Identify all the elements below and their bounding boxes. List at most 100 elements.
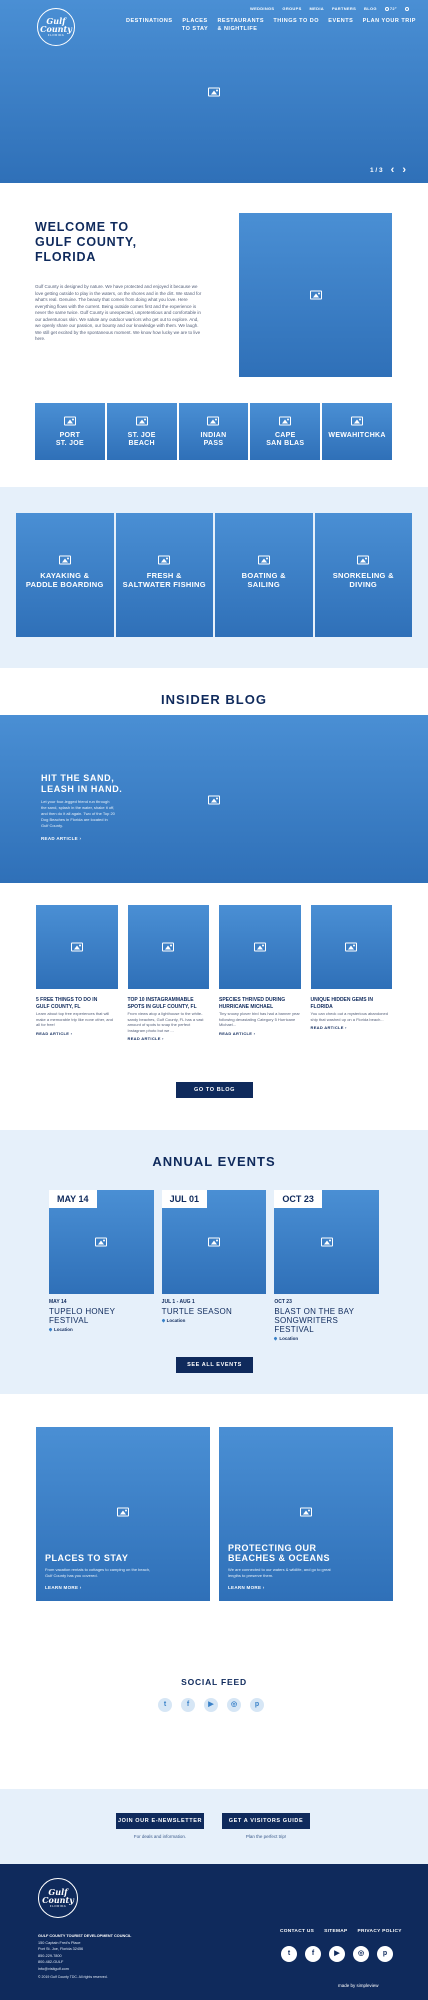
footer-link-privacy[interactable]: PRIVACY POLICY — [358, 1929, 402, 1934]
nav-destinations[interactable]: DESTINATIONS — [126, 18, 173, 32]
blog-post-link[interactable]: READ ARTICLE › — [311, 1025, 393, 1030]
promo-grid: PLACES TO STAY From vacation rentals to … — [36, 1427, 393, 1601]
promo-card[interactable]: PLACES TO STAY From vacation rentals to … — [36, 1427, 210, 1601]
activity-tile[interactable]: SNORKELING & DIVING — [314, 513, 413, 637]
twitter-icon[interactable]: t — [158, 1698, 172, 1712]
see-all-events-button[interactable]: SEE ALL EVENTS — [176, 1357, 253, 1373]
facebook-icon[interactable]: f — [181, 1698, 195, 1712]
nav-restaurants[interactable]: RESTAURANTS & NIGHTLIFE — [217, 18, 264, 32]
blog-post-link[interactable]: READ ARTICLE › — [219, 1031, 301, 1036]
newsletter-button[interactable]: JOIN OUR E-NEWSLETTER — [116, 1813, 204, 1829]
blog-post-card[interactable]: TOP 10 INSTAGRAMMABLE SPOTS IN GULF COUNT… — [127, 905, 210, 1041]
instagram-icon[interactable]: ◎ — [353, 1946, 369, 1962]
destination-label: PORT ST. JOE — [35, 432, 105, 448]
blog-post-excerpt: From views atop a lighthouse to the whit… — [127, 1011, 204, 1033]
search-icon[interactable] — [404, 6, 409, 11]
blog-feature-body: Let your four-legged friend run through … — [41, 799, 115, 828]
utility-link-blog[interactable]: BLOG — [364, 6, 377, 11]
event-name-line: BLAST ON THE BAY — [274, 1307, 355, 1316]
footer-copyright: © 2019 Gulf County TDC. All rights reser… — [38, 1975, 108, 1979]
welcome-title: WELCOME TO GULF COUNTY, FLORIDA — [35, 220, 137, 265]
chevron-left-icon[interactable]: ‹ — [391, 165, 395, 176]
destination-tile[interactable]: INDIAN PASS — [178, 403, 249, 460]
destination-tile[interactable]: PORT ST. JOE — [35, 403, 105, 460]
event-location-text: Location — [54, 1327, 73, 1332]
chevron-right-icon[interactable]: › — [402, 165, 406, 176]
blog-post-excerpt: You can check out a mysterious abandoned… — [310, 1011, 388, 1022]
made-by-credit[interactable]: made by simpleview — [338, 1983, 379, 1988]
go-to-blog-button[interactable]: GO TO BLOG — [176, 1082, 253, 1098]
event-card[interactable]: MAY 14 MAY 14 TUPELO HONEY FESTIVAL Loca… — [48, 1190, 154, 1341]
event-card[interactable]: JUL 01 JUL 1 - AUG 1 TURTLE SEASON Locat… — [161, 1190, 267, 1341]
blog-post-link[interactable]: READ ARTICLE › — [128, 1036, 210, 1041]
destination-tile[interactable]: ST. JOE BEACH — [106, 403, 177, 460]
facebook-icon[interactable]: f — [305, 1946, 321, 1962]
instagram-icon[interactable]: ◎ — [227, 1698, 241, 1712]
destination-tile[interactable]: CAPE SAN BLAS — [250, 403, 321, 460]
tile-label-line: SALTWATER FISHING — [122, 580, 206, 589]
promo-link[interactable]: LEARN MORE › — [45, 1585, 82, 1590]
utility-link-media[interactable]: MEDIA — [310, 6, 324, 11]
utility-link-groups[interactable]: GROUPS — [282, 6, 301, 11]
activity-tile[interactable]: KAYAKING & PADDLE BOARDING — [16, 513, 114, 637]
image-placeholder-icon — [351, 416, 364, 426]
nav-plan-your-trip[interactable]: PLAN YOUR TRIP — [363, 18, 416, 32]
nav-events[interactable]: EVENTS — [328, 18, 353, 32]
nav-places-to-stay[interactable]: PLACES TO STAY — [182, 18, 208, 32]
footer-link-contact[interactable]: CONTACT US — [280, 1929, 314, 1934]
event-image: OCT 23 — [274, 1190, 380, 1294]
blog-post-card[interactable]: UNIQUE HIDDEN GEMS IN FLORIDA You can che… — [310, 905, 393, 1041]
utility-nav: WEDDINGS GROUPS MEDIA PARTNERS BLOG 72° — [250, 6, 409, 11]
footer-email[interactable]: info@visitgulf.com — [38, 1966, 131, 1973]
youtube-icon[interactable]: ▶ — [329, 1946, 345, 1962]
utility-link-partners[interactable]: PARTNERS — [332, 6, 356, 11]
image-placeholder-icon — [158, 555, 171, 565]
tile-label-line: BEACH — [128, 440, 155, 447]
visitors-guide-button[interactable]: GET A VISITORS GUIDE — [222, 1813, 310, 1829]
welcome-title-line: GULF COUNTY, — [35, 235, 137, 249]
welcome-title-line: WELCOME TO — [35, 220, 129, 234]
promo-title-line: PROTECTING OUR — [228, 1543, 317, 1553]
activity-tile[interactable]: BOATING & SAILING — [215, 513, 313, 637]
blog-feature-link[interactable]: READ ARTICLE › — [41, 836, 81, 841]
destination-tiles: PORT ST. JOE ST. JOE BEACH INDIAN PASS CAPE… — [35, 403, 392, 460]
destination-tile[interactable]: WEWAHITCHKA — [322, 403, 392, 460]
footer-org: GULF COUNTY TOURIST DEVELOPMENT COUNCIL — [38, 1934, 132, 1938]
blog-post-card[interactable]: 5 FREE THINGS TO DO IN GULF COUNTY, FL Le… — [36, 905, 118, 1041]
blog-post-link[interactable]: READ ARTICLE › — [36, 1031, 118, 1036]
blog-post-card[interactable]: SPECIES THRIVED DURING HURRICANE MICHAEL … — [219, 905, 301, 1041]
social-heading: SOCIAL FEED — [181, 1677, 247, 1687]
promo-card[interactable]: PROTECTING OUR BEACHES & OCEANS We are co… — [219, 1427, 393, 1601]
twitter-icon[interactable]: t — [281, 1946, 297, 1962]
activity-label: SNORKELING & DIVING — [315, 571, 413, 589]
event-image: JUL 01 — [161, 1190, 267, 1294]
nav-label: TO STAY — [181, 26, 209, 32]
event-location: Location — [161, 1318, 267, 1323]
pinterest-icon[interactable]: p — [377, 1946, 393, 1962]
footer-logo[interactable]: Gulf County FLORIDA — [38, 1878, 78, 1918]
footer-link-sitemap[interactable]: SITEMAP — [324, 1929, 347, 1934]
nav-things-to-do[interactable]: THINGS TO DO — [273, 18, 319, 32]
tile-label-line: ST. JOE — [55, 440, 84, 447]
image-placeholder-icon — [135, 416, 148, 426]
blog-feature[interactable]: HIT THE SAND, LEASH IN HAND. Let your fo… — [0, 715, 428, 883]
pinterest-icon[interactable]: p — [250, 1698, 264, 1712]
event-card[interactable]: OCT 23 OCT 23 BLAST ON THE BAY SONGWRITER… — [273, 1190, 380, 1341]
tile-label-line: CAPE — [274, 432, 296, 439]
post-title-line: GULF COUNTY, FL — [36, 1003, 81, 1010]
events-grid: MAY 14 MAY 14 TUPELO HONEY FESTIVAL Loca… — [48, 1190, 380, 1341]
image-placeholder-icon — [300, 1507, 312, 1517]
welcome-body: Gulf County is designed by nature. We ha… — [35, 284, 202, 341]
slide-counter: 1 / 3 — [370, 166, 383, 174]
site-logo[interactable]: Gulf County FLORIDA — [37, 8, 75, 46]
image-placeholder-icon — [95, 1237, 108, 1247]
welcome-title-line: FLORIDA — [35, 250, 97, 264]
tile-label-line: FRESH & — [146, 571, 182, 580]
image-placeholder-icon — [117, 1507, 129, 1517]
promo-link[interactable]: LEARN MORE › — [228, 1585, 265, 1590]
tile-label-line: PORT — [59, 432, 81, 439]
utility-link-weddings[interactable]: WEDDINGS — [250, 6, 274, 11]
youtube-icon[interactable]: ▶ — [204, 1698, 218, 1712]
event-location: Location — [48, 1327, 154, 1332]
activity-tile[interactable]: FRESH & SALTWATER FISHING — [115, 513, 213, 637]
